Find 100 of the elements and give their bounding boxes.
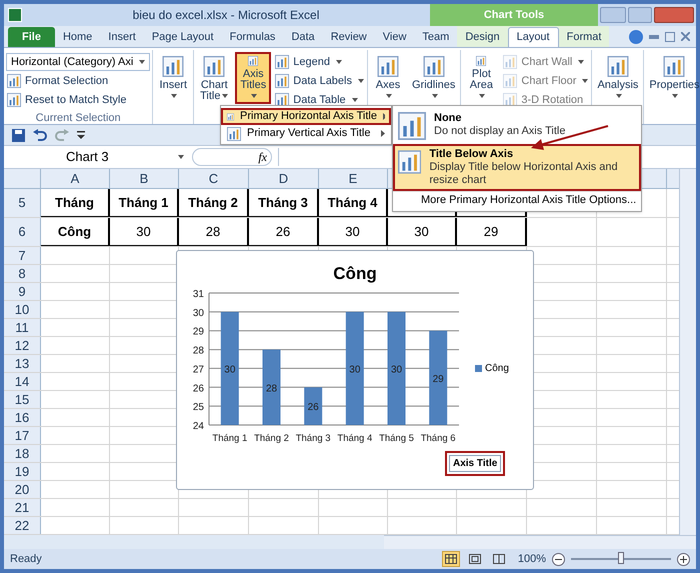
caret-icon <box>479 94 486 98</box>
ribbon-tab[interactable]: Home <box>54 27 100 47</box>
column-header[interactable]: E <box>348 169 358 188</box>
ribbon-tab[interactable]: Format <box>558 27 610 47</box>
axis-title[interactable]: Axis Title <box>445 451 506 476</box>
category-label: Tháng 6 <box>420 433 456 444</box>
close-button[interactable] <box>654 7 694 23</box>
table-cell-text: Tháng 1 <box>118 194 168 212</box>
ribbon-button[interactable]: Analysis <box>594 52 642 104</box>
table-cell-text: Tháng 3 <box>258 194 308 212</box>
data-label: 29 <box>432 374 444 385</box>
menu-item-title: None <box>434 112 462 125</box>
ribbon-button[interactable]: Plot Area <box>463 52 500 104</box>
ribbon-button[interactable]: Legend <box>274 53 365 71</box>
ribbon-button[interactable]: Gridlines <box>409 52 458 104</box>
menu-item[interactable]: Primary Vertical Axis Title <box>221 125 391 142</box>
menu-item[interactable]: More Primary Horizontal Axis Title Options... <box>393 191 641 209</box>
bar-chart-icon <box>203 56 226 77</box>
caret-icon <box>139 60 146 64</box>
excel-logo-icon <box>8 8 22 22</box>
vertical-scrollbar[interactable] <box>679 169 696 535</box>
menu-item[interactable]: Title Below Axis Display Title below Horizontal Axis and resize chart <box>393 144 641 191</box>
bar-chart-icon <box>162 56 184 77</box>
minimize-button[interactable] <box>600 7 626 23</box>
caret-icon <box>352 98 358 102</box>
close-icon[interactable] <box>681 32 690 41</box>
ribbon-tab[interactable]: File <box>8 27 55 47</box>
row-header[interactable]: 5 <box>18 193 26 213</box>
insert-function-label[interactable]: fx <box>258 148 267 166</box>
save-icon[interactable] <box>12 128 25 142</box>
chart-element-dropdown[interactable]: Horizontal (Category) Axi <box>6 53 150 71</box>
legend-swatch-icon <box>475 364 482 372</box>
restore-icon[interactable] <box>665 32 675 42</box>
undo-icon[interactable] <box>33 128 47 142</box>
zoom-in-icon[interactable] <box>677 552 690 566</box>
ribbon-button[interactable]: Data Labels <box>274 72 365 90</box>
ribbon-button[interactable]: Chart Title <box>196 52 232 104</box>
ribbon-tab[interactable]: Page Layout <box>144 27 222 47</box>
ribbon-button[interactable]: Axes <box>370 52 406 104</box>
chart-title[interactable]: Công <box>333 261 377 285</box>
ribbon-button[interactable]: Insert <box>155 52 192 104</box>
axis-tick-label: 30 <box>192 308 204 319</box>
table-cell-text: 30 <box>414 222 429 241</box>
category-label: Tháng 2 <box>254 433 289 444</box>
column-header[interactable]: D <box>278 169 288 188</box>
ribbon-tab[interactable]: View <box>374 27 414 47</box>
menu-item[interactable]: None Do not display an Axis Title <box>393 108 641 144</box>
zoom-level[interactable]: 100% <box>518 550 546 568</box>
name-box[interactable]: Chart 3 <box>6 148 186 166</box>
axis-tick-label: 24 <box>192 421 204 432</box>
help-icon[interactable] <box>629 30 643 44</box>
ribbon-tab[interactable]: Formulas <box>222 27 284 47</box>
ribbon-tab[interactable]: Data <box>283 27 323 47</box>
category-label: Tháng 5 <box>379 433 414 444</box>
ribbon-tab[interactable]: Design <box>457 27 508 47</box>
chart-area[interactable]: Công 24 25 26 27 28 29 30 31 30 28 26 30 30 29 Tháng 1 Tháng 2 Tháng 3 Tháng 4 Tháng 5 Tháng 6 Công Axis Title <box>176 250 534 490</box>
legend-label: Công <box>485 362 509 376</box>
axis-tick-label: 26 <box>192 383 204 394</box>
table-cell-text: 30 <box>345 222 360 241</box>
maximize-button[interactable] <box>628 7 652 23</box>
ribbon-tab[interactable]: Review <box>322 27 375 47</box>
zoom-slider-thumb[interactable] <box>618 552 624 564</box>
row-header[interactable]: 6 <box>18 222 26 242</box>
column-header[interactable]: B <box>140 169 148 188</box>
status-text: Ready <box>10 552 42 567</box>
axis-tick-label: 27 <box>192 364 204 376</box>
submenu-arrow-icon <box>381 130 385 137</box>
axis-tick-label: 25 <box>192 402 204 414</box>
view-button[interactable] <box>442 551 460 567</box>
column-header[interactable]: C <box>208 169 218 188</box>
ribbon-tab[interactable]: Insert <box>100 27 144 47</box>
zoom-out-icon[interactable] <box>552 552 565 566</box>
ribbon-tab[interactable]: Layout <box>508 27 559 47</box>
ribbon-button[interactable]: Format Selection <box>6 72 150 90</box>
group-label: Current Selection <box>36 112 121 124</box>
minimize-ribbon-icon[interactable] <box>649 34 659 38</box>
horizontal-scrollbar[interactable] <box>384 535 696 549</box>
bar-chart-icon <box>422 56 445 77</box>
bar[interactable] <box>304 387 322 425</box>
menu-item-description: Do not display an Axis Title <box>434 125 566 138</box>
bar-chart-icon <box>663 56 686 77</box>
category-label: Tháng 3 <box>296 433 331 444</box>
axis-tick-label: 28 <box>192 346 204 357</box>
caret-icon <box>386 94 392 98</box>
menu-item-title: Title Below Axis <box>429 148 514 161</box>
bar-chart-icon <box>377 56 399 77</box>
caret-icon <box>432 94 438 98</box>
table-cell-text: 26 <box>276 222 290 241</box>
table-cell-text: 29 <box>484 222 498 241</box>
redo-icon[interactable] <box>55 128 69 142</box>
caret-icon <box>251 94 258 98</box>
menu-item[interactable]: Primary Horizontal Axis Title <box>221 108 391 125</box>
customize-toolbar-icon[interactable] <box>77 131 85 139</box>
ribbon-button[interactable]: Axis Titles <box>235 52 272 104</box>
column-header[interactable]: A <box>70 169 80 188</box>
table-cell-text: 28 <box>206 222 220 241</box>
menu-item-description: Display Title below Horizontal Axis and resize chart <box>429 161 619 187</box>
ribbon-button[interactable]: Reset to Match Style <box>6 91 150 109</box>
ribbon-tab[interactable]: Team <box>414 27 458 47</box>
table-cell-text: 30 <box>136 222 151 241</box>
